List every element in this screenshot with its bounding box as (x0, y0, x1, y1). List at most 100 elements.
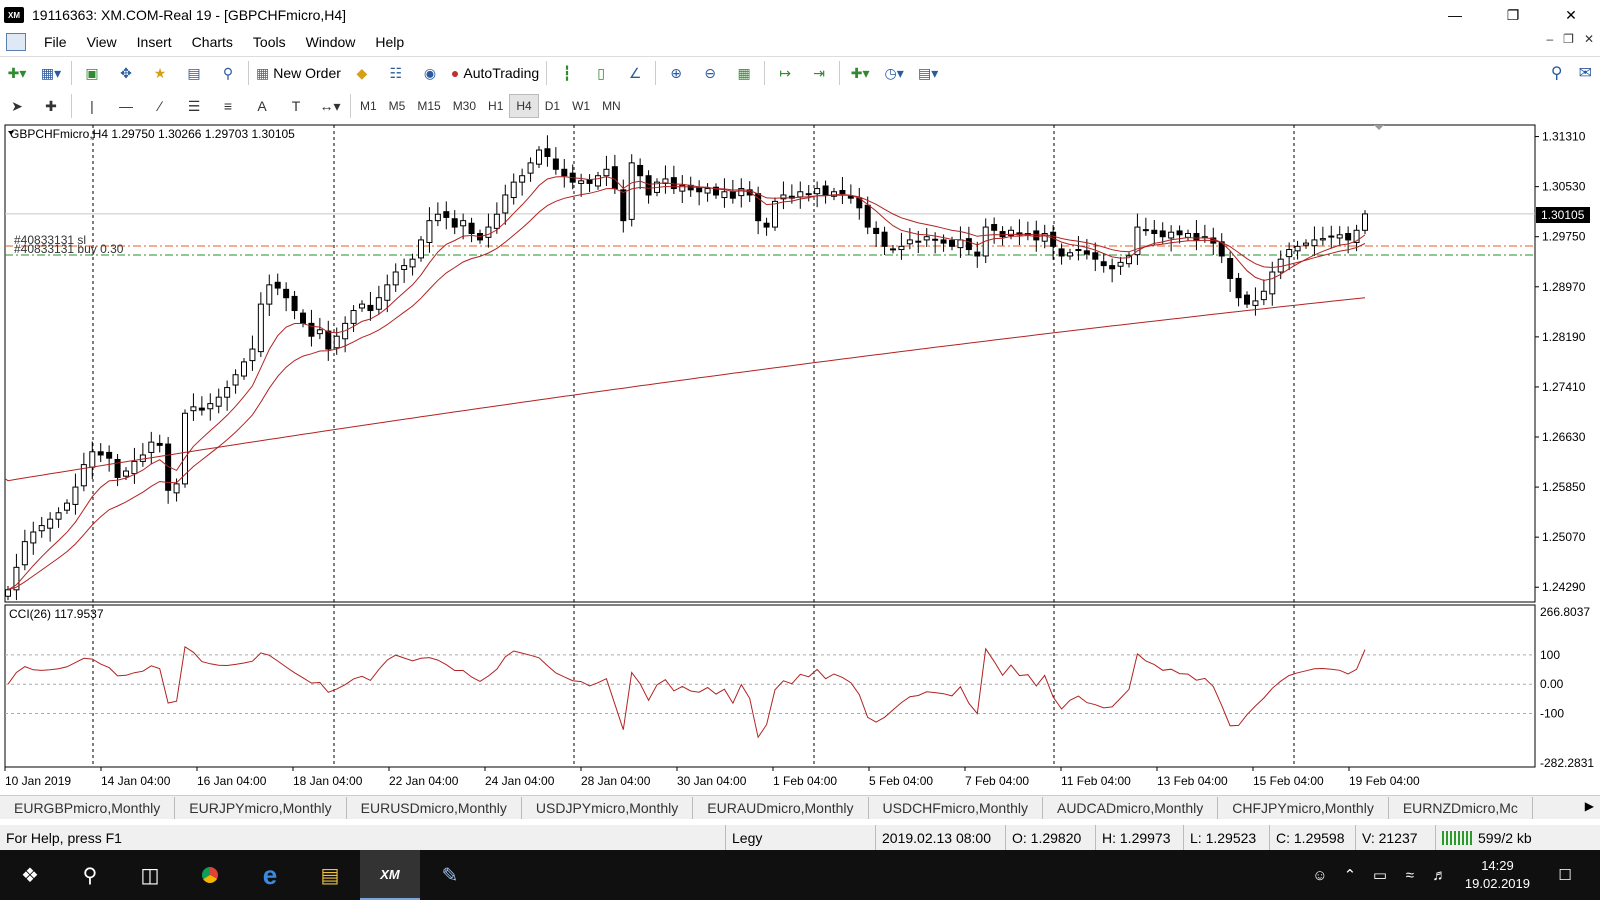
strategy-tester-icon[interactable]: ⚲ (215, 60, 241, 86)
candle-body (1067, 252, 1073, 257)
edge-icon[interactable]: e (240, 850, 300, 900)
tab-eurjpy[interactable]: EURJPYmicro,Monthly (175, 796, 347, 819)
menu-tools[interactable]: Tools (243, 34, 296, 50)
cursor-icon[interactable]: ➤ (4, 93, 30, 119)
candle-body (1083, 250, 1090, 255)
zoom-out-icon[interactable]: ⊖ (697, 60, 723, 86)
zoom-in-icon[interactable]: ⊕ (663, 60, 689, 86)
price-chart[interactable]: 266.8037 100 0.00 -100 -282.2831 1.31310 1.30… (0, 124, 1600, 792)
notifications-icon[interactable]: ☐ (1550, 866, 1580, 884)
status-help: For Help, press F1 (0, 825, 726, 850)
mdi-close-button[interactable]: ✕ (1584, 32, 1594, 46)
menu-charts[interactable]: Charts (182, 34, 243, 50)
arrows-icon[interactable]: ↔▾ (317, 93, 343, 119)
battery-icon[interactable]: ▭ (1365, 866, 1395, 884)
candle-body (106, 451, 113, 459)
new-order-icon: ▦ (256, 64, 270, 81)
crosshair-icon[interactable]: ✚ (38, 93, 64, 119)
timeframe-m1[interactable]: M1 (354, 94, 383, 118)
timeframe-m5[interactable]: M5 (383, 94, 412, 118)
tab-euraud[interactable]: EURAUDmicro,Monthly (693, 796, 869, 819)
search-icon[interactable]: ⚲ (60, 850, 120, 900)
navigator-icon[interactable]: ★ (147, 60, 173, 86)
timeframe-mn[interactable]: MN (596, 94, 627, 118)
tray-chevron-icon[interactable]: ⌃ (1335, 866, 1365, 884)
candle-body (460, 220, 467, 227)
tab-audcad[interactable]: AUDCADmicro,Monthly (1043, 796, 1219, 819)
tab-eurnzd[interactable]: EURNZDmicro,Mc (1389, 796, 1533, 819)
chrome-icon[interactable] (180, 850, 240, 900)
vertical-line-icon[interactable]: | (79, 93, 105, 119)
tab-eurgbp[interactable]: EURGBPmicro,Monthly (0, 796, 176, 819)
chart-document-icon[interactable] (6, 33, 26, 51)
terminal-icon[interactable]: ▤ (181, 60, 207, 86)
timeframe-d1[interactable]: D1 (539, 94, 566, 118)
candle-body (207, 403, 214, 410)
connection-bars-icon (1442, 830, 1472, 845)
indicators-icon[interactable]: ✚▾ (847, 60, 873, 86)
chart-shift-icon[interactable]: ⇥ (806, 60, 832, 86)
task-view-icon[interactable]: ◫ (120, 850, 180, 900)
timeframe-w1[interactable]: W1 (566, 94, 596, 118)
file-explorer-icon[interactable]: ▤ (300, 850, 360, 900)
equidistant-channel-icon[interactable]: ☰ (181, 93, 207, 119)
tile-windows-icon[interactable]: ▦ (731, 60, 757, 86)
close-button[interactable]: ✕ (1542, 0, 1600, 30)
menu-view[interactable]: View (77, 34, 127, 50)
candle-body (173, 483, 180, 494)
cci-tick-label: -100 (1540, 707, 1564, 721)
auto-scroll-icon[interactable]: ↦ (772, 60, 798, 86)
candle-body (729, 191, 736, 199)
metaeditor-icon[interactable]: ◆ (349, 60, 375, 86)
chart-window[interactable]: 266.8037 100 0.00 -100 -282.2831 1.31310 1.30… (0, 124, 1600, 792)
mdi-minimize-button[interactable]: – (1546, 32, 1553, 46)
minimize-button[interactable]: — (1426, 0, 1484, 30)
restore-button[interactable]: ❐ (1484, 0, 1542, 30)
bar-chart-icon[interactable]: ┇ (554, 60, 580, 86)
line-chart-icon[interactable]: ∠ (622, 60, 648, 86)
time-tick-label: 10 Jan 2019 (5, 774, 71, 788)
paint-icon[interactable]: ✎ (420, 850, 480, 900)
text-icon[interactable]: A (249, 93, 275, 119)
menu-window[interactable]: Window (296, 34, 366, 50)
taskbar-clock[interactable]: 14:29 19.02.2019 (1465, 857, 1530, 893)
status-connection[interactable]: 599/2 kb (1436, 825, 1600, 850)
timeframe-h1[interactable]: H1 (482, 94, 509, 118)
volume-icon[interactable]: ♬ (1425, 867, 1455, 884)
tab-usdjpy[interactable]: USDJPYmicro,Monthly (522, 796, 694, 819)
tab-chfjpy[interactable]: CHFJPYmicro,Monthly (1218, 796, 1389, 819)
price-tick-label: 1.28190 (1542, 330, 1586, 344)
menu-file[interactable]: File (34, 34, 77, 50)
periods-icon[interactable]: ◷▾ (881, 60, 907, 86)
menu-insert[interactable]: Insert (127, 34, 182, 50)
new-order-button[interactable]: ▦ New Order (256, 60, 341, 86)
new-chart-icon[interactable]: ✚▾ (4, 60, 30, 86)
tabs-scroll-right-icon[interactable]: ▶ (1585, 799, 1594, 813)
trendline-icon[interactable]: ∕ (147, 93, 173, 119)
chat-icon[interactable]: ✉ (1579, 63, 1592, 83)
timeframe-m30[interactable]: M30 (447, 94, 482, 118)
menu-help[interactable]: Help (365, 34, 414, 50)
data-window-icon[interactable]: ✥ (113, 60, 139, 86)
fibonacci-icon[interactable]: ≡ (215, 93, 241, 119)
signals-icon[interactable]: ☷ (383, 60, 409, 86)
wifi-icon[interactable]: ≈ (1395, 867, 1425, 884)
market-watch-icon[interactable]: ▣ (79, 60, 105, 86)
timeframe-h4[interactable]: H4 (509, 94, 539, 118)
market-icon[interactable]: ◉ (417, 60, 443, 86)
horizontal-line-icon[interactable]: — (113, 93, 139, 119)
candlesticks-icon[interactable]: ▯ (588, 60, 614, 86)
profiles-icon[interactable]: ▦▾ (38, 60, 64, 86)
search-icon[interactable]: ⚲ (1551, 63, 1563, 83)
tab-eurusd[interactable]: EURUSDmicro,Monthly (347, 796, 522, 819)
people-icon[interactable]: ☺ (1305, 867, 1335, 884)
xm-terminal-icon[interactable]: XM (360, 850, 420, 900)
tab-usdchf[interactable]: USDCHFmicro,Monthly (869, 796, 1043, 819)
autotrading-button[interactable]: ● AutoTrading (451, 60, 539, 86)
candle-body (1269, 271, 1276, 295)
mdi-restore-button[interactable]: ❐ (1563, 32, 1574, 46)
timeframe-m15[interactable]: M15 (411, 94, 446, 118)
templates-icon[interactable]: ▤▾ (915, 60, 941, 86)
windows-start-icon[interactable]: ❖ (0, 850, 60, 900)
text-label-icon[interactable]: T (283, 93, 309, 119)
